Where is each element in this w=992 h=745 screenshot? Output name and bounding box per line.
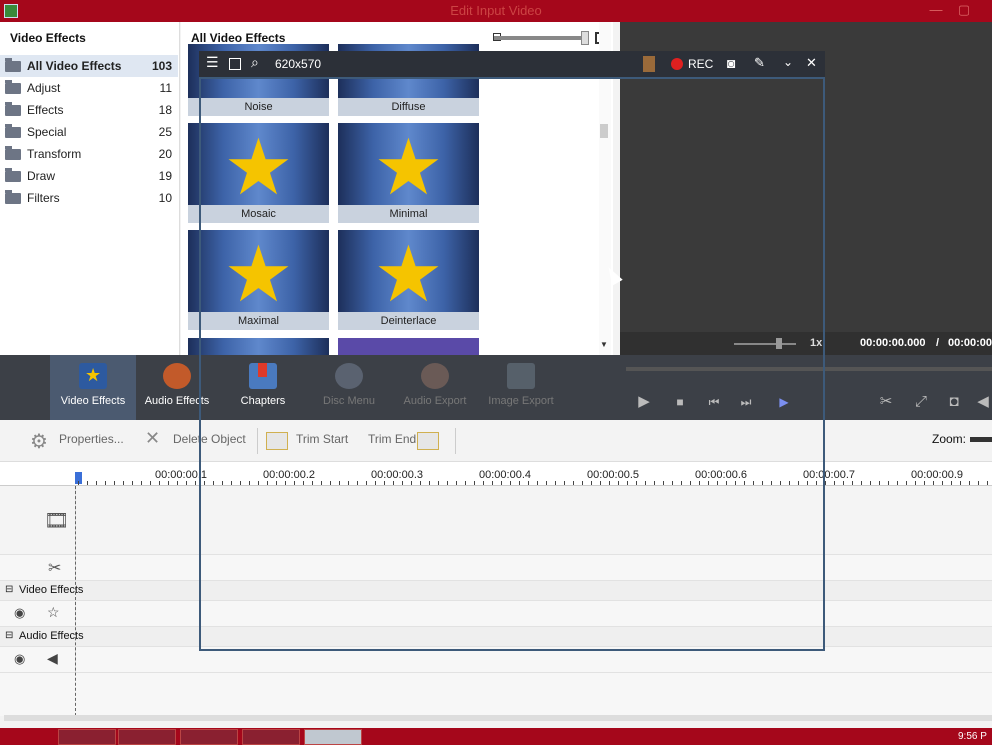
maximize-button[interactable]: ▢	[952, 2, 976, 20]
effect-star-icon: ☆	[47, 604, 60, 620]
zoom-region-icon[interactable]: ⌕	[251, 54, 259, 71]
pen-icon[interactable]: ✎	[754, 55, 765, 71]
section-label: Video Effects	[19, 584, 84, 596]
category-panel: Video Effects All Video Effects 103 Adju…	[0, 22, 180, 355]
speaker-icon	[163, 363, 191, 389]
fullscreen-icon[interactable]: ⤢	[910, 391, 932, 413]
folder-icon	[5, 80, 21, 94]
menu-icon[interactable]: ☰	[206, 54, 219, 71]
capture-toolbar: ☰ ⌕ 620x570 REC ◙ ✎ ⌄ ✕	[199, 51, 825, 77]
category-count: 11	[159, 81, 172, 95]
category-effects[interactable]: Effects 18	[0, 99, 178, 121]
ruler-tick: 00:00:00.9	[911, 469, 963, 481]
collapse-icon[interactable]: ⊟	[5, 584, 13, 595]
taskbar-app-firefox[interactable]	[58, 729, 116, 745]
title-bar: Edit Input Video — ▢	[0, 0, 992, 22]
minimize-button[interactable]: —	[924, 2, 948, 20]
folder-icon	[5, 146, 21, 160]
pause-icon[interactable]	[643, 56, 655, 72]
category-filters[interactable]: Filters 10	[0, 187, 178, 209]
folder-icon	[5, 190, 21, 204]
window-title: Edit Input Video	[450, 3, 542, 18]
track-header: 🎞	[0, 486, 76, 555]
camera-icon[interactable]: ◙	[727, 55, 735, 71]
time-separator: /	[936, 337, 940, 349]
playhead-line	[75, 486, 76, 716]
eye-icon[interactable]: ◉	[14, 605, 25, 621]
category-special[interactable]: Special 25	[0, 121, 178, 143]
tool-label: Video Effects	[60, 395, 126, 407]
zoom-label: Zoom:	[932, 432, 967, 446]
panel-header: Video Effects	[10, 31, 86, 45]
category-draw[interactable]: Draw 19	[0, 165, 178, 187]
scissors-icon: ✂	[48, 560, 62, 577]
category-label: Special	[27, 125, 67, 139]
category-label: Draw	[27, 169, 56, 183]
taskbar: 9:56 P	[0, 728, 992, 745]
capture-frame[interactable]	[199, 77, 825, 651]
folder-icon	[5, 58, 21, 72]
volume-icon[interactable]: ◀	[972, 391, 992, 413]
category-adjust[interactable]: Adjust 11	[0, 77, 178, 99]
category-count: 103	[151, 59, 172, 73]
timeline-hscrollbar[interactable]	[4, 715, 992, 721]
region-icon[interactable]	[229, 58, 241, 70]
category-count: 18	[158, 103, 172, 117]
close-icon[interactable]: ✕	[806, 55, 817, 71]
grid-header: All Video Effects	[191, 31, 286, 45]
star-icon: ★	[79, 363, 107, 389]
category-label: All Video Effects	[27, 59, 122, 73]
track-header: ◉ ◀	[0, 647, 76, 673]
category-label: Adjust	[27, 81, 61, 95]
category-all[interactable]: All Video Effects 103	[0, 55, 178, 77]
category-count: 20	[158, 147, 172, 161]
category-label: Effects	[27, 103, 64, 117]
track-header: ◉ ☆	[0, 601, 76, 627]
gear-icon: ⚙	[30, 431, 48, 453]
delete-icon: ✕	[145, 428, 161, 448]
speaker-icon: ◀	[47, 650, 58, 666]
properties-button[interactable]: Properties...	[59, 432, 124, 446]
time-current: 00:00:00.000	[860, 337, 926, 349]
film-icon: 🎞	[44, 510, 70, 532]
record-dot-icon	[671, 58, 683, 70]
folder-icon	[5, 124, 21, 138]
expand-icon[interactable]: ⌄	[783, 55, 793, 69]
eye-icon[interactable]: ◉	[14, 651, 25, 667]
capture-size: 620x570	[275, 57, 322, 71]
taskbar-app-chrome[interactable]	[118, 729, 176, 745]
category-transform[interactable]: Transform 20	[0, 143, 178, 165]
category-label: Transform	[27, 147, 82, 161]
taskbar-app-keyboard[interactable]	[242, 729, 300, 745]
tool-video-effects[interactable]: ★ Video Effects	[50, 355, 136, 420]
snapshot-icon[interactable]: ◘	[943, 391, 965, 413]
taskbar-clock: 9:56 P	[958, 731, 987, 742]
folder-icon	[5, 102, 21, 116]
category-count: 10	[158, 191, 172, 205]
track-header: ✂	[0, 555, 76, 581]
taskbar-app-recorder[interactable]	[180, 729, 238, 745]
cut-icon[interactable]: ✂	[875, 391, 897, 413]
category-label: Filters	[27, 191, 60, 205]
folder-icon	[5, 168, 21, 182]
zoom-slider[interactable]	[970, 437, 992, 442]
category-count: 19	[158, 169, 172, 183]
rec-button[interactable]: REC	[688, 57, 713, 71]
thumb-size-slider[interactable]	[494, 36, 589, 40]
section-label: Audio Effects	[19, 630, 84, 642]
time-total: 00:00:00	[948, 337, 992, 349]
collapse-icon[interactable]: ⊟	[5, 630, 13, 641]
taskbar-app-editor[interactable]	[304, 729, 362, 745]
slider-handle[interactable]	[581, 31, 589, 45]
category-count: 25	[158, 125, 172, 139]
